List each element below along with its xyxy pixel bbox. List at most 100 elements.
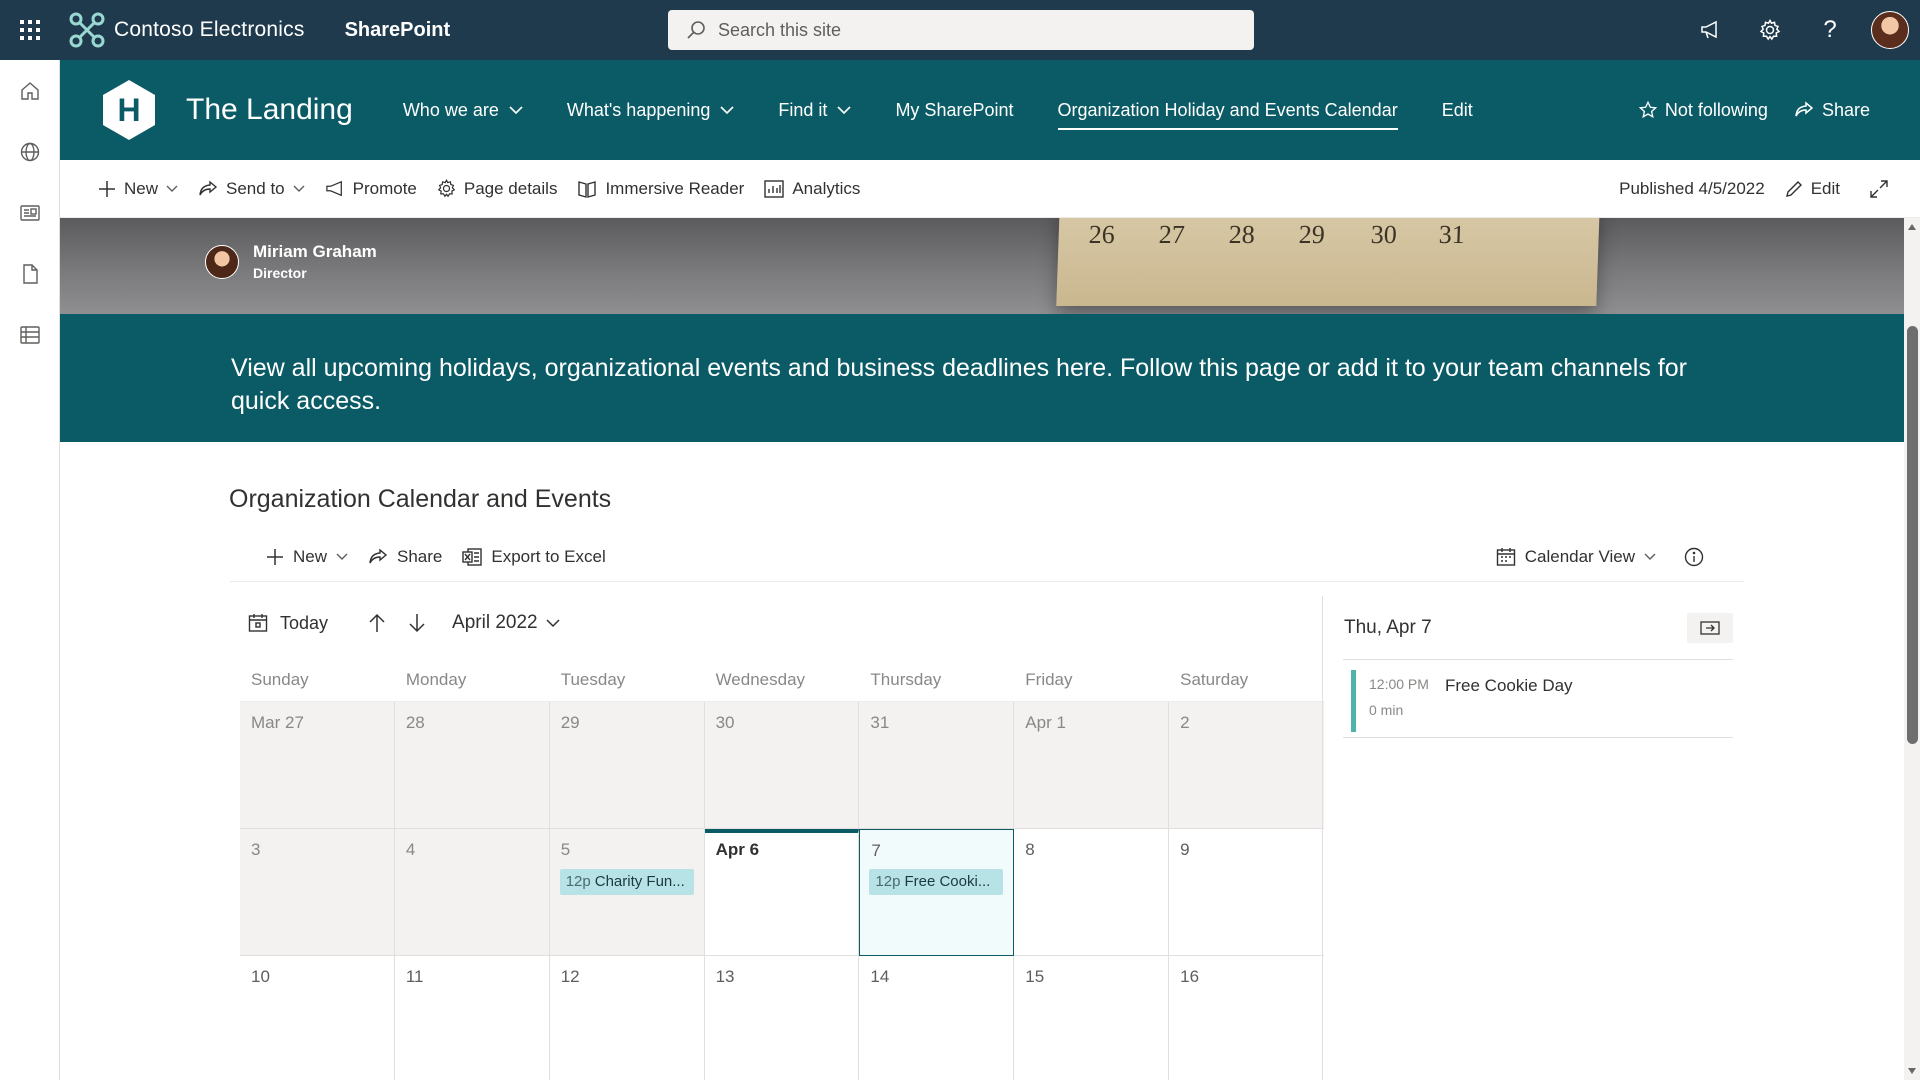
rail-lists[interactable] [0,304,60,365]
day-cell[interactable]: 11 [395,956,550,1080]
info-icon [1684,547,1704,567]
send-to-button[interactable]: Send to [198,179,305,199]
hero-calendar-photo: 26 27 28 29 30 31 [1056,218,1600,306]
day-cell-selected[interactable]: 7 12p Free Cooki... [859,829,1015,956]
day-cell[interactable]: 3 [240,829,395,956]
share-icon [369,548,388,563]
event-title: Charity Fun... [594,873,685,890]
day-cell[interactable]: 2 [1169,702,1324,829]
nav-label: Find it [778,99,828,120]
share-button[interactable]: Share [1794,100,1870,121]
list-new-button[interactable]: New [266,547,348,567]
day-cell[interactable]: 4 [394,829,550,956]
immersive-reader-icon [578,180,597,198]
published-status: Published 4/5/2022 [1619,179,1765,198]
arrow-down-icon [409,614,425,633]
day-cell[interactable]: Mar 27 [240,702,395,829]
page-author[interactable]: Miriam Graham Director [205,242,377,281]
event-chip-cookie[interactable]: 12p Free Cooki... [869,869,1004,895]
site-logo[interactable]: H [102,79,156,141]
info-button[interactable] [1684,547,1704,567]
day-cell[interactable]: Apr 1 [1014,702,1170,829]
event-time: 12p [875,873,901,890]
new-button[interactable]: New [98,179,178,199]
scroll-up-arrow[interactable] [1908,224,1916,230]
nav-whats-happening[interactable]: What's happening [567,60,735,160]
event-chip-charity[interactable]: 12p Charity Fun... [559,869,694,895]
scroll-down-arrow[interactable] [1908,1068,1916,1074]
app-launcher-button[interactable] [0,0,60,60]
analytics-button[interactable]: Analytics [764,179,860,199]
nav-label: Edit [1441,99,1473,120]
follow-button[interactable]: Not following [1638,100,1768,121]
nav-edit[interactable]: Edit [1442,60,1473,160]
plus-icon [99,180,115,197]
month-picker[interactable]: April 2022 [452,612,560,634]
help-button[interactable]: ? [1800,0,1860,60]
day-cell[interactable]: 8 [1014,829,1170,956]
page-details-button[interactable]: Page details [437,179,557,199]
rail-files[interactable] [0,243,60,304]
calendar-week: 10 11 12 13 14 15 16 [240,956,1324,1080]
suite-bar: Contoso Electronics SharePoint Search th… [0,0,1920,60]
next-month-button[interactable] [408,613,426,633]
section-title[interactable]: Organization Calendar and Events [229,485,611,514]
view-selector[interactable]: Calendar View [1496,547,1656,567]
search-box[interactable]: Search this site [668,10,1254,50]
list-share-label: Share [397,546,443,566]
list-share-button[interactable]: Share [368,547,442,567]
previous-month-button[interactable] [368,613,386,633]
day-cell[interactable]: 14 [859,956,1015,1080]
scroll-thumb[interactable] [1907,326,1918,744]
day-cell[interactable]: 12 [550,956,705,1080]
rail-home[interactable] [0,60,60,121]
export-to-excel-button[interactable]: Export to Excel [462,547,606,567]
day-number: 7 [871,841,881,860]
list-new-label: New [293,546,328,566]
day-cell[interactable]: 13 [705,956,860,1080]
page-scrollbar[interactable] [1904,218,1920,1080]
rail-news[interactable] [0,182,60,243]
nav-label: Who we are [402,99,499,120]
send-to-label: Send to [226,178,285,198]
day-cell[interactable]: 31 [859,702,1015,829]
brand[interactable]: Contoso Electronics [68,11,305,49]
nav-calendar[interactable]: Organization Holiday and Events Calendar [1057,60,1398,160]
collapse-panel-button[interactable] [1687,612,1733,643]
day-cell[interactable]: 29 [549,702,705,829]
app-name[interactable]: SharePoint [345,19,451,42]
immersive-reader-label: Immersive Reader [605,178,745,198]
day-cell[interactable]: 28 [394,702,550,829]
immersive-reader-button[interactable]: Immersive Reader [577,179,744,199]
today-button[interactable]: Today [248,613,328,634]
nav-find-it[interactable]: Find it [778,60,852,160]
promote-button[interactable]: Promote [325,179,417,199]
day-cell[interactable]: 30 [704,702,860,829]
weekday-label: Monday [405,670,467,689]
day-cell[interactable]: 16 [1169,956,1324,1080]
edit-page-button[interactable]: Edit [1785,179,1840,199]
announcements-button[interactable] [1680,0,1740,60]
search-placeholder: Search this site [718,19,842,40]
day-number: 4 [405,840,416,859]
agenda-date: Thu, Apr 7 [1344,616,1432,638]
day-number: 5 [560,840,571,859]
chevron-down-icon [546,618,560,627]
expand-button[interactable] [1870,180,1888,198]
day-cell[interactable]: 5 12p Charity Fun... [549,829,705,956]
nav-my-sharepoint[interactable]: My SharePoint [895,60,1013,160]
rail-sites[interactable] [0,121,60,182]
list-command-bar: New Share Export to Excel Calendar View [230,532,1744,582]
day-cell[interactable]: 15 [1014,956,1170,1080]
day-cell[interactable]: 10 [240,956,395,1080]
nav-who-we-are[interactable]: Who we are [403,60,523,160]
account-button[interactable] [1860,0,1920,60]
agenda-item[interactable]: 12:00 PM Free Cookie Day 0 min [1343,660,1733,738]
day-cell-today[interactable]: Apr 6 [704,829,860,956]
day-cell[interactable]: 9 [1169,829,1324,956]
site-title[interactable]: The Landing [186,93,353,127]
day-number: Apr 1 [1025,713,1066,732]
gear-icon [1759,19,1781,41]
settings-button[interactable] [1740,0,1800,60]
hero-number: 26 [1088,220,1116,249]
